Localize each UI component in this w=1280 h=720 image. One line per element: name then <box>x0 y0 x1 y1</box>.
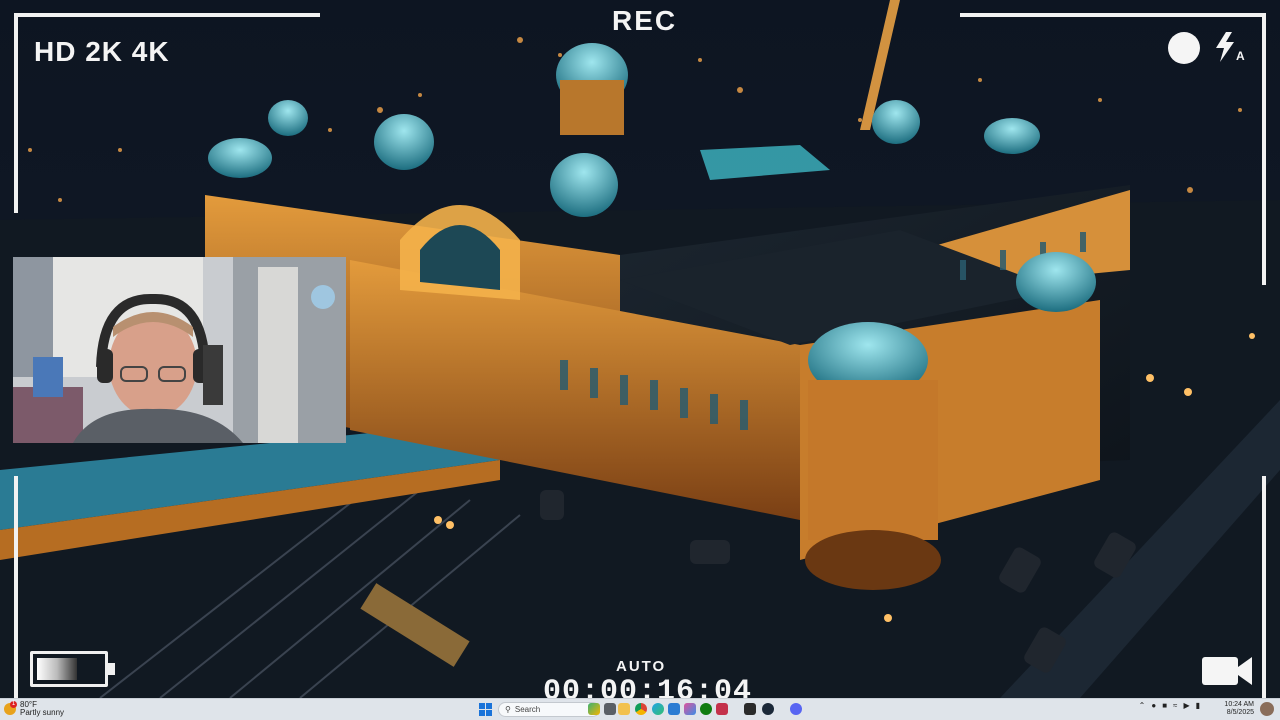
search-placeholder: Search <box>514 705 541 714</box>
frame-left-upper-line <box>14 13 18 213</box>
start-button[interactable] <box>479 703 492 716</box>
user-avatar-icon[interactable] <box>1260 702 1274 716</box>
photos-icon[interactable] <box>684 703 696 715</box>
svg-text:A: A <box>1236 49 1245 63</box>
video-camera-icon <box>1202 657 1252 685</box>
clock-date: 8/5/2025 <box>1226 709 1254 716</box>
tray-volume-icon[interactable]: ▶ <box>1183 701 1189 710</box>
file-explorer-icon[interactable] <box>618 703 630 715</box>
tray-camera-icon[interactable]: ■ <box>1162 701 1167 710</box>
frame-right-upper-line <box>1262 13 1266 285</box>
clock-time: 10:24 AM <box>1224 701 1254 708</box>
weather-alert-badge: 1 <box>10 701 17 708</box>
flash-auto-icon: A <box>1216 32 1245 63</box>
tray-mic-icon[interactable]: ● <box>1151 701 1156 710</box>
frame-top-right-line <box>960 13 1266 17</box>
taskbar-search-box[interactable]: ⚲ Search <box>498 702 600 717</box>
taskbar: 1 80°F Partly sunny ⚲ Search ⌃ ● ■ ≈ ▶ ▮… <box>0 698 1280 720</box>
webcam-person-image <box>13 257 346 443</box>
weather-text: 80°F Partly sunny <box>20 701 64 717</box>
steam-icon[interactable] <box>762 703 774 715</box>
battery-terminal <box>108 663 115 675</box>
mail-icon[interactable] <box>668 703 680 715</box>
quality-label: HD 2K 4K <box>34 36 170 67</box>
discord-icon[interactable] <box>790 703 802 715</box>
taskbar-clock[interactable]: 10:24 AM 8/5/2025 <box>1224 701 1254 717</box>
battery-level <box>37 658 77 680</box>
media-player-icon[interactable] <box>716 703 728 715</box>
frame-top-left-line <box>14 13 320 17</box>
tray-wifi-icon[interactable]: ≈ <box>1173 701 1177 710</box>
epic-games-icon[interactable] <box>744 703 756 715</box>
battery-icon <box>30 651 115 687</box>
tray-battery-icon[interactable]: ▮ <box>1196 701 1200 710</box>
weather-widget[interactable]: 1 80°F Partly sunny <box>4 701 64 717</box>
record-dot-icon <box>1168 32 1200 64</box>
weather-desc: Partly sunny <box>20 708 65 717</box>
widgets-app-icon[interactable] <box>588 703 600 715</box>
mode-label: AUTO <box>616 658 667 675</box>
chrome-icon[interactable] <box>635 703 647 715</box>
xbox-icon[interactable] <box>700 703 712 715</box>
frame-right-lower-line <box>1262 476 1266 698</box>
weather-sun-icon: 1 <box>4 701 17 715</box>
task-view-icon[interactable] <box>604 703 616 715</box>
webcam-overlay <box>13 257 346 443</box>
rec-label: REC <box>612 5 678 36</box>
search-icon: ⚲ <box>505 705 511 714</box>
tray-chevron-up-icon[interactable]: ⌃ <box>1139 701 1146 710</box>
edge-icon[interactable] <box>652 703 664 715</box>
frame-left-lower-line <box>14 476 18 698</box>
